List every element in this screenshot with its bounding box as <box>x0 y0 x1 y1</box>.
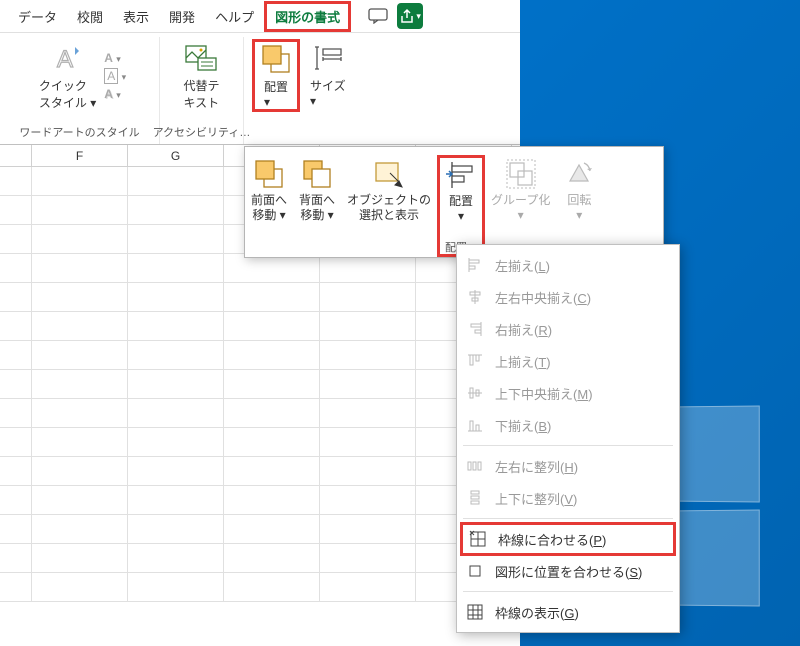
menu-distribute-v[interactable]: 上下に整列(V) <box>457 482 679 514</box>
menu-snap-to-shape[interactable]: 図形に位置を合わせる(S) <box>457 555 679 587</box>
tab-developer[interactable]: 開発 <box>159 1 205 32</box>
alt-text-icon <box>184 41 218 75</box>
menu-align-top[interactable]: 上揃え(T) <box>457 345 679 377</box>
text-effects-button[interactable]: A ▾ <box>104 87 126 101</box>
arrange-icon <box>259 42 293 76</box>
share-button[interactable]: ▾ <box>397 3 423 29</box>
text-fill-button[interactable]: A ▾ <box>104 51 126 65</box>
align-label: 配置 ▾ <box>449 194 473 224</box>
selection-pane-label: オブジェクトの 選択と表示 <box>347 193 431 223</box>
group-button[interactable]: グループ化 ▾ <box>485 155 556 257</box>
menu-separator <box>463 591 673 592</box>
quick-styles-label: クイック スタイル ▾ <box>39 77 96 111</box>
text-outline-button[interactable]: A ▾ <box>104 68 126 84</box>
menu-snap-to-grid[interactable]: 枠線に合わせる(P) <box>460 522 676 556</box>
selection-pane-icon <box>372 157 406 191</box>
send-backward-icon <box>300 157 334 191</box>
alt-text-button[interactable]: 代替テ キスト <box>177 39 225 113</box>
rotate-label: 回転 ▾ <box>567 193 591 223</box>
column-header-f[interactable]: F <box>32 145 128 166</box>
send-backward-label: 背面へ 移動 ▾ <box>299 193 335 223</box>
wordart-group-label: ワードアートのスタイル <box>19 124 139 142</box>
align-bottom-icon <box>465 415 485 435</box>
rotate-icon <box>562 157 596 191</box>
wordart-icon: A <box>51 41 85 75</box>
snap-to-shape-icon <box>465 561 485 581</box>
menu-separator <box>463 518 673 519</box>
selection-pane-button[interactable]: オブジェクトの 選択と表示 <box>341 155 437 257</box>
menu-view-gridlines[interactable]: 枠線の表示(G) <box>457 596 679 628</box>
size-button[interactable]: サイズ ▾ <box>304 39 352 112</box>
column-header-g[interactable]: G <box>128 145 224 166</box>
bring-forward-button[interactable]: 前面へ 移動 ▾ <box>245 155 293 257</box>
menu-align-right[interactable]: 右揃え(R) <box>457 313 679 345</box>
tab-data[interactable]: データ <box>8 1 67 32</box>
tab-view[interactable]: 表示 <box>113 1 159 32</box>
group-label: グループ化 ▾ <box>491 193 550 223</box>
menu-distribute-h[interactable]: 左右に整列(H) <box>457 450 679 482</box>
tab-shape-format[interactable]: 図形の書式 <box>264 1 351 32</box>
comments-button[interactable] <box>365 3 391 29</box>
arrange-button[interactable]: 配置 ▾ <box>252 39 300 112</box>
snap-to-grid-icon <box>468 529 488 549</box>
excel-window: データ 校閲 表示 開発 ヘルプ 図形の書式 ▾ A クイック スタイル ▾ <box>0 0 520 646</box>
menu-align-left[interactable]: 左揃え(L) <box>457 249 679 281</box>
align-left-icon <box>465 255 485 275</box>
arrange-popup: 前面へ 移動 ▾ 背面へ 移動 ▾ オブジェクトの 選択と表示 配置 ▾ グルー… <box>244 146 664 258</box>
size-icon <box>311 41 345 75</box>
ribbon-tab-bar: データ 校閲 表示 開発 ヘルプ 図形の書式 ▾ <box>0 0 520 33</box>
distribute-v-icon <box>465 488 485 508</box>
gridlines-icon <box>465 602 485 622</box>
menu-align-center-h[interactable]: 左右中央揃え(C) <box>457 281 679 313</box>
accessibility-group-label: アクセシビリティ… <box>153 124 251 142</box>
send-backward-button[interactable]: 背面へ 移動 ▾ <box>293 155 341 257</box>
align-dropdown: 左揃え(L) 左右中央揃え(C) 右揃え(R) 上揃え(T) 上下中央揃え(M)… <box>456 244 680 633</box>
menu-separator <box>463 445 673 446</box>
quick-styles-button[interactable]: A クイック スタイル ▾ <box>33 39 102 113</box>
menu-align-middle-v[interactable]: 上下中央揃え(M) <box>457 377 679 409</box>
rotate-button[interactable]: 回転 ▾ <box>556 155 602 257</box>
align-top-icon <box>465 351 485 371</box>
alt-text-label: 代替テ キスト <box>183 77 219 111</box>
size-label: サイズ ▾ <box>310 77 346 108</box>
align-icon <box>444 158 478 192</box>
svg-text:A: A <box>57 46 73 73</box>
arrange-label: 配置 ▾ <box>264 78 288 109</box>
menu-align-bottom[interactable]: 下揃え(B) <box>457 409 679 441</box>
bring-forward-icon <box>252 157 286 191</box>
ribbon: A クイック スタイル ▾ A ▾ A ▾ A ▾ ワードアートのスタイル 代替… <box>0 33 520 145</box>
bring-forward-label: 前面へ 移動 ▾ <box>251 193 287 223</box>
tab-help[interactable]: ヘルプ <box>205 1 264 32</box>
align-middle-v-icon <box>465 383 485 403</box>
group-icon <box>504 157 538 191</box>
align-center-h-icon <box>465 287 485 307</box>
distribute-h-icon <box>465 456 485 476</box>
tab-review[interactable]: 校閲 <box>67 1 113 32</box>
align-right-icon <box>465 319 485 339</box>
